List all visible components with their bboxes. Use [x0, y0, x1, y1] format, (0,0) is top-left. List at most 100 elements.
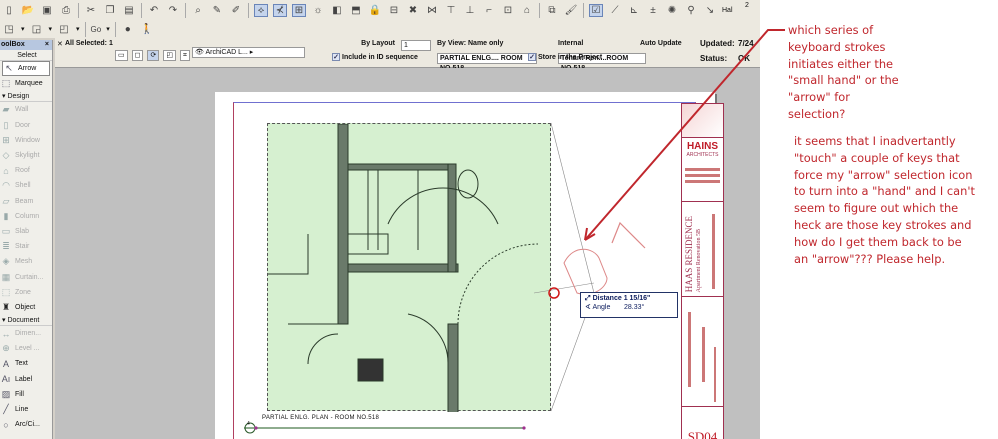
lock-icon[interactable]: 🔒 [368, 4, 382, 17]
annotation-line: keyboard strokes [788, 39, 886, 54]
mirror-icon[interactable]: ⋈ [425, 4, 439, 17]
tool-fill[interactable]: ▨ Fill [0, 387, 52, 402]
close-x-icon[interactable]: ✖ [406, 4, 420, 17]
tool-label[interactable]: Aı Label [0, 372, 52, 387]
group-icon[interactable]: ⊡ [501, 4, 515, 17]
tool-arcci[interactable]: ○ Arc/Ci... [0, 417, 52, 432]
tool-label: Label [15, 375, 33, 383]
tool-roof[interactable]: ⌂ Roof [0, 163, 52, 178]
sun-icon[interactable]: ☼ [311, 4, 325, 17]
paint-icon[interactable]: 🖌 [564, 4, 578, 17]
tool-dimen[interactable]: ↔ Dimen... [0, 326, 52, 341]
rotate-icon[interactable]: ⟳ [147, 50, 160, 61]
design-section[interactable]: ▾ Design [0, 91, 52, 103]
go-menu[interactable]: Go [91, 25, 102, 34]
inject-icon[interactable]: ✐ [229, 4, 243, 17]
stair-icon: ≣ [2, 241, 10, 252]
layer-select[interactable]: 👁 ArchiCAD L... ▸ [192, 47, 305, 58]
title-block: HAINS ARCHITECTS HAAS RESIDENCE Apartmen… [681, 103, 724, 439]
paste-icon[interactable]: ▤ [122, 4, 136, 17]
snap-point-icon[interactable]: ± [646, 4, 660, 17]
tool-mesh[interactable]: ◈ Mesh [0, 254, 52, 269]
network-icon[interactable]: ✺ [665, 4, 679, 17]
auto-update-label[interactable]: Auto Update [640, 40, 682, 47]
pick-up-icon[interactable]: ✎ [210, 4, 224, 17]
layout-book-icon[interactable]: ◰ [57, 23, 71, 36]
layout-canvas[interactable]: 4 PARTIAL ENLG. PLAN - ROOM NO.518 HAINS… [55, 68, 760, 439]
archicad-window: ▯ 📂 ▣ ⎙ ✂ ❐ ▤ ↶ ↷ ⌕ ✎ ✐ ⟡ ⊀ ⊞ ☼ ◧ ⬒ 🔒 ⊟ … [0, 0, 760, 439]
floor-plan-icon[interactable]: ◳ [2, 23, 16, 36]
print-icon[interactable]: ⎙ [59, 4, 73, 17]
measure-icon[interactable]: ⊾ [627, 4, 641, 17]
tool-window[interactable]: ⊞ Window [0, 133, 52, 148]
walk-icon[interactable]: 🚶 [140, 23, 154, 36]
arcci-icon: ○ [3, 419, 9, 430]
annotation-line: "small hand" or the [788, 73, 899, 88]
tool-level[interactable]: ⊕ Level ... [0, 341, 52, 356]
elevate-icon[interactable]: ⧉ [545, 4, 559, 17]
tool-column[interactable]: ▮ Column [0, 209, 52, 224]
firm-logo [682, 104, 723, 138]
distance-value: 1 15/16" [623, 295, 651, 302]
selection-type-icon[interactable]: ▭ [115, 50, 128, 61]
layout-id-field[interactable]: 1 [401, 40, 431, 51]
redo-icon[interactable]: ↷ [166, 4, 180, 17]
view-name-field[interactable]: PARTIAL ENLG.... ROOM NO.518 [437, 53, 537, 72]
layout-icon[interactable]: ⊟ [387, 4, 401, 17]
tool-text[interactable]: A Text [0, 356, 52, 371]
line-tool-icon[interactable]: ⟋ [608, 4, 622, 17]
store-checkbox[interactable]: ✓ [528, 53, 536, 61]
text-icon: A [2, 358, 9, 369]
line-icon: ╱ [3, 404, 9, 415]
angle-icon: ∢ [585, 304, 591, 311]
tool-marquee[interactable]: ⬚ Marquee [0, 76, 52, 91]
distribute-icon[interactable]: ⊥ [463, 4, 477, 17]
undo-icon[interactable]: ↶ [147, 4, 161, 17]
tool-label: Window [15, 136, 40, 144]
document-section[interactable]: ▾ Document [0, 315, 52, 326]
snap-icon[interactable]: ⟡ [254, 3, 268, 17]
grid-icon[interactable]: ⊞ [292, 3, 306, 17]
element-type-icon[interactable]: ◻ [131, 50, 144, 61]
tool-door[interactable]: ▯ Door [0, 118, 52, 133]
corner-icon[interactable]: ⌐ [482, 4, 496, 17]
column-icon: ▮ [3, 210, 9, 221]
include-id-checkbox[interactable]: ✓ [332, 53, 340, 61]
info-close-icon[interactable]: ✕ [57, 40, 63, 48]
firm-name: HAINS [686, 141, 719, 152]
guide-icon[interactable]: ⊀ [273, 3, 287, 17]
copy-icon[interactable]: ❐ [103, 4, 117, 17]
arrow-select-icon[interactable]: ☑ [589, 3, 603, 17]
tool-label: Level ... [15, 345, 40, 353]
standard-toolbar: ▯ 📂 ▣ ⎙ ✂ ❐ ▤ ↶ ↷ ⌕ ✎ ✐ ⟡ ⊀ ⊞ ☼ ◧ ⬒ 🔒 ⊟ … [0, 0, 760, 20]
home-icon[interactable]: ⌂ [520, 4, 534, 17]
align-icon[interactable]: ⊤ [444, 4, 458, 17]
tool-stair[interactable]: ≣ Stair [0, 239, 52, 254]
tool-zone[interactable]: ⬚ Zone [0, 285, 52, 300]
open-icon[interactable]: 📂 [21, 4, 35, 17]
cut-icon[interactable]: ✂ [84, 4, 98, 17]
tool-slab[interactable]: ▭ Slab [0, 224, 52, 239]
shell-icon: ◠ [2, 180, 10, 191]
tool-skylight[interactable]: ◇ Skylight [0, 148, 52, 163]
save-icon[interactable]: ▣ [40, 4, 54, 17]
tool-beam[interactable]: ▱ Beam [0, 194, 52, 209]
slope-icon[interactable]: ↘ [703, 4, 717, 17]
new-icon[interactable]: ▯ [2, 4, 16, 17]
frame-icon[interactable]: ⌗ [179, 50, 190, 61]
view-icon[interactable]: ◲ [30, 23, 44, 36]
tool-wall[interactable]: ▰ Wall [0, 102, 52, 117]
pen-icon[interactable]: ⬒ [349, 4, 363, 17]
tool-shell[interactable]: ◠ Shell [0, 178, 52, 193]
drawing-icon[interactable]: ◰ [163, 50, 176, 61]
orbit-icon[interactable]: ● [121, 23, 135, 36]
tool-line[interactable]: ╱ Line [0, 402, 52, 417]
layers-icon[interactable]: ◧ [330, 4, 344, 17]
tool-curtain[interactable]: ▦ Curtain... [0, 269, 52, 284]
tool-object[interactable]: ♜ Object [0, 300, 52, 315]
find-icon[interactable]: ⌕ [191, 4, 205, 17]
zoom-icon[interactable]: ⚲ [684, 4, 698, 17]
tool-arrow[interactable]: ↖ Arrow [2, 61, 50, 77]
toolbox-close-icon[interactable]: × [45, 40, 49, 50]
angle-value: 28.33° [623, 304, 645, 311]
